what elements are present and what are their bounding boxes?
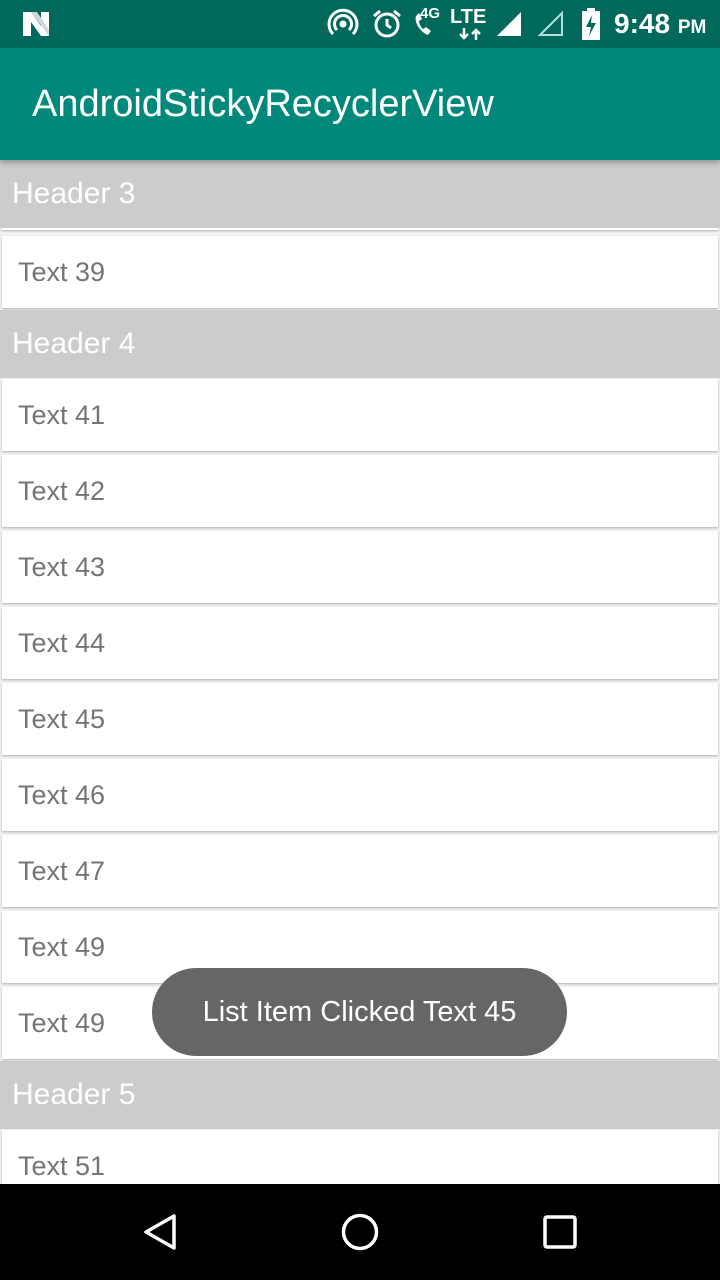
list-item-label: Text 49 (18, 932, 106, 962)
section-header-label: Header 5 (12, 1078, 136, 1111)
list-item[interactable]: Text 39 (2, 236, 718, 308)
back-icon (144, 1214, 176, 1250)
list-item-label: Text 43 (18, 552, 106, 582)
list-item-label: Text 45 (18, 704, 106, 734)
section-header-label: Header 4 (12, 327, 136, 360)
list-item-label: Text 47 (18, 856, 106, 886)
list-item-label: Text 51 (18, 1151, 106, 1181)
home-icon (341, 1213, 379, 1251)
list-item[interactable]: Text 44 (2, 607, 718, 679)
list-item[interactable]: Text 43 (2, 531, 718, 603)
section-header: Header 4 (0, 310, 720, 378)
alarm-icon (370, 0, 404, 48)
list-item-label: Text 42 (18, 476, 106, 506)
sticky-header: Header 3 (0, 160, 720, 228)
recents-button[interactable] (530, 1202, 590, 1262)
data-arrows-icon (452, 26, 488, 42)
list-item[interactable]: Text 47 (2, 835, 718, 907)
list-item[interactable]: Text 46 (2, 759, 718, 831)
sticky-header-label: Header 3 (12, 177, 136, 210)
signal-icon (494, 0, 524, 48)
back-button[interactable] (130, 1202, 190, 1262)
status-clock: 9:48 PM (614, 0, 706, 48)
n-logo-icon (18, 0, 54, 48)
toast-message: List Item Clicked Text 45 (152, 968, 567, 1056)
status-time: 9:48 (614, 8, 671, 39)
list-item[interactable]: Text 51 (2, 1130, 718, 1184)
home-button[interactable] (330, 1202, 390, 1262)
list-item[interactable]: Text 42 (2, 455, 718, 527)
signal-empty-icon (536, 0, 566, 48)
list-item[interactable]: Text 45 (2, 683, 718, 755)
status-bar: 4G LTE 9:48 PM (0, 0, 720, 48)
status-ampm: PM (677, 17, 707, 38)
navigation-bar (0, 1184, 720, 1280)
list-item-label: Text 46 (18, 780, 106, 810)
recents-icon (543, 1215, 577, 1249)
list-item-label: Text 41 (18, 400, 106, 430)
list-item[interactable]: Text 41 (2, 379, 718, 451)
app-bar: AndroidStickyRecyclerView (0, 48, 720, 160)
section-header: Header 5 (0, 1061, 720, 1129)
network-label: LTE (450, 6, 487, 28)
hotspot-icon (326, 0, 360, 48)
list-item-label: Text 44 (18, 628, 106, 658)
list-item-label: Text 49 (18, 1008, 106, 1038)
battery-charging-icon (578, 0, 604, 48)
list-item-label: Text 39 (18, 257, 106, 287)
app-title: AndroidStickyRecyclerView (32, 83, 494, 125)
network-small-label: 4G (420, 5, 441, 22)
